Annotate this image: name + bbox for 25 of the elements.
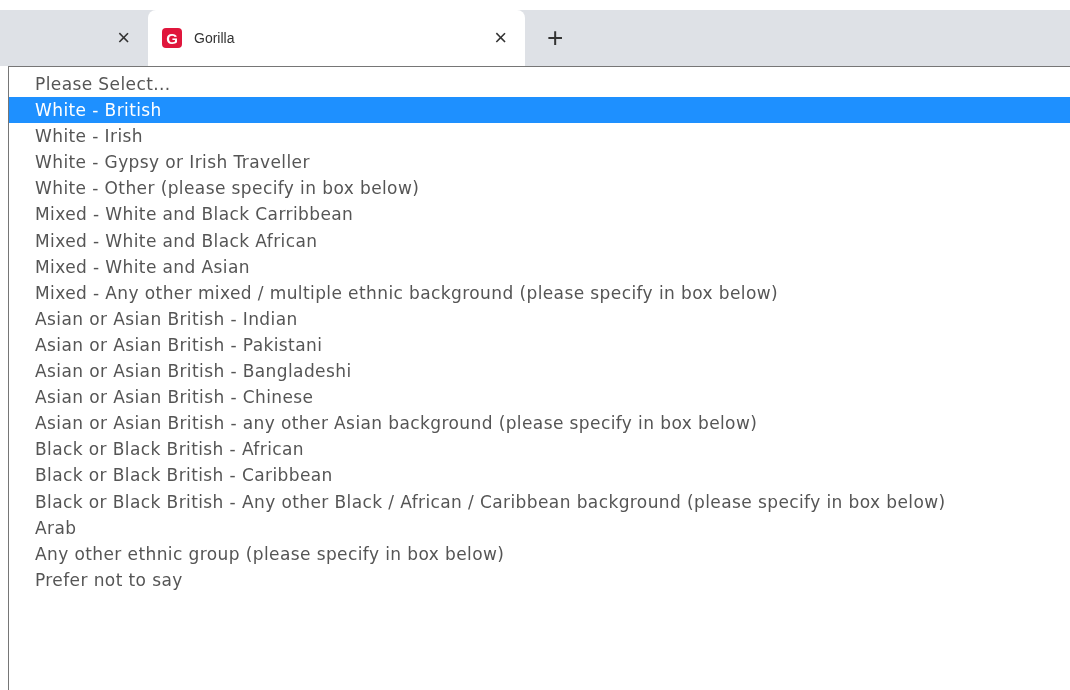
close-button[interactable]: × [113,25,134,51]
dropdown-option[interactable]: Black or Black British - Any other Black / African / Caribbean background (please specify in box below) [9,488,1070,515]
dropdown-option[interactable]: Please Select... [9,71,1070,98]
dropdown-option[interactable]: Asian or Asian British - any other Asian background (please specify in box below) [9,410,1070,437]
dropdown-option[interactable]: Asian or Asian British - Bangladeshi [9,358,1070,385]
dropdown-option[interactable]: Asian or Asian British - Indian [9,305,1070,332]
browser-tab[interactable]: G Gorilla × [148,10,525,66]
dropdown-option[interactable]: Any other ethnic group (please specify in box below) [9,540,1070,567]
dropdown-option[interactable]: Asian or Asian British - Chinese [9,384,1070,411]
favicon-icon: G [162,28,182,48]
dropdown-option[interactable]: Mixed - White and Asian [9,253,1070,280]
dropdown-option[interactable]: Black or Black British - Caribbean [9,462,1070,489]
dropdown-option[interactable]: Mixed - White and Black African [9,227,1070,254]
new-tab-button[interactable]: + [525,10,586,66]
dropdown-option[interactable]: White - Other (please specify in box below) [9,175,1070,202]
dropdown-option[interactable]: Black or Black British - African [9,436,1070,463]
dropdown-option[interactable]: Mixed - White and Black Carribbean [9,201,1070,228]
close-button[interactable]: × [490,25,511,51]
dropdown-option[interactable]: Arab [9,514,1070,541]
dropdown-option[interactable]: Prefer not to say [9,566,1070,593]
dropdown-option[interactable]: White - Gypsy or Irish Traveller [9,149,1070,176]
dropdown-option[interactable]: Asian or Asian British - Pakistani [9,331,1070,359]
tab-title: Gorilla [194,30,236,46]
dropdown-option[interactable]: White - Irish [9,123,1070,150]
dropdown-option[interactable]: Mixed - Any other mixed / multiple ethnic background (please specify in box below) [9,279,1070,306]
